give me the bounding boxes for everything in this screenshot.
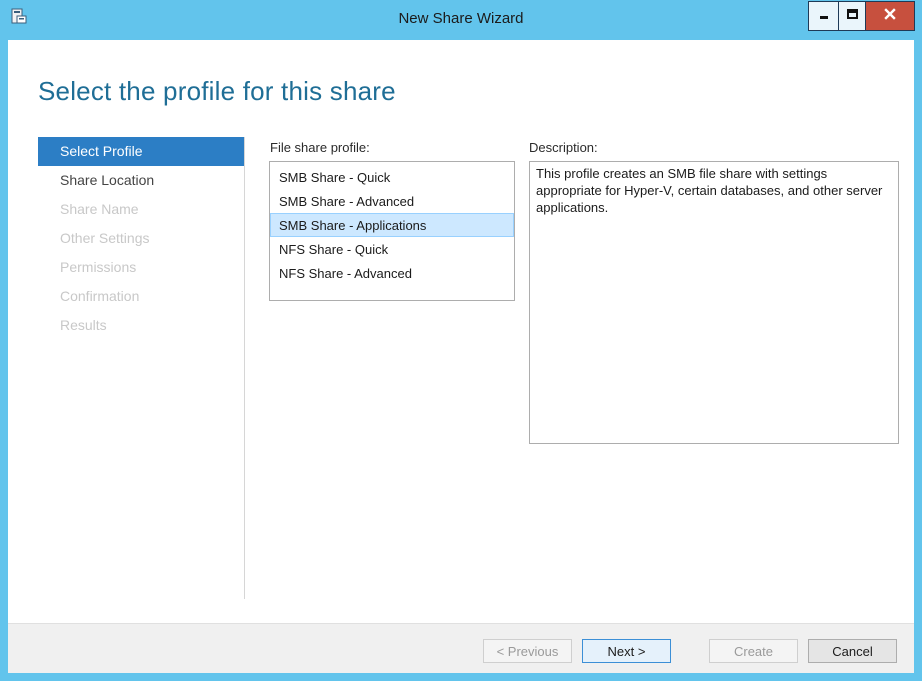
profile-item-smb-advanced[interactable]: SMB Share - Advanced	[270, 189, 514, 213]
description-label: Description:	[529, 140, 598, 155]
close-icon	[884, 7, 896, 25]
nav-step-permissions: Permissions	[60, 259, 137, 275]
wizard-footer: < Previous Next > Create Cancel	[8, 623, 914, 673]
profile-item-smb-applications[interactable]: SMB Share - Applications	[270, 213, 514, 237]
minimize-button[interactable]	[808, 1, 838, 31]
profile-item-nfs-quick[interactable]: NFS Share - Quick	[270, 237, 514, 261]
description-text: This profile creates an SMB file share w…	[536, 166, 883, 215]
nav-step-results: Results	[60, 317, 107, 333]
description-box: This profile creates an SMB file share w…	[529, 161, 899, 444]
maximize-button[interactable]	[838, 1, 866, 31]
profile-item-nfs-advanced[interactable]: NFS Share - Advanced	[270, 261, 514, 285]
wizard-content: Select the profile for this share Select…	[8, 40, 914, 673]
nav-step-share-name: Share Name	[60, 201, 139, 217]
previous-button[interactable]: < Previous	[483, 639, 572, 663]
nav-step-select-profile[interactable]: Select Profile	[38, 137, 244, 166]
nav-step-other-settings: Other Settings	[60, 230, 150, 246]
minimize-icon	[818, 7, 830, 25]
profile-list-label: File share profile:	[270, 140, 370, 155]
nav-step-confirmation: Confirmation	[60, 288, 140, 304]
cancel-button[interactable]: Cancel	[808, 639, 897, 663]
wizard-window: New Share Wizard Select the profile for …	[0, 0, 922, 681]
close-button[interactable]	[866, 1, 915, 31]
profile-list[interactable]: SMB Share - Quick SMB Share - Advanced S…	[269, 161, 515, 301]
profile-item-smb-quick[interactable]: SMB Share - Quick	[270, 165, 514, 189]
next-button[interactable]: Next >	[582, 639, 671, 663]
wizard-step-nav: Select Profile Share Location Share Name…	[38, 137, 244, 340]
maximize-icon	[846, 7, 858, 25]
title-bar[interactable]: New Share Wizard	[0, 0, 922, 40]
create-button[interactable]: Create	[709, 639, 798, 663]
page-title: Select the profile for this share	[38, 76, 396, 106]
window-title: New Share Wizard	[398, 10, 524, 27]
nav-step-share-location[interactable]: Share Location	[38, 166, 244, 195]
nav-divider	[244, 137, 245, 599]
